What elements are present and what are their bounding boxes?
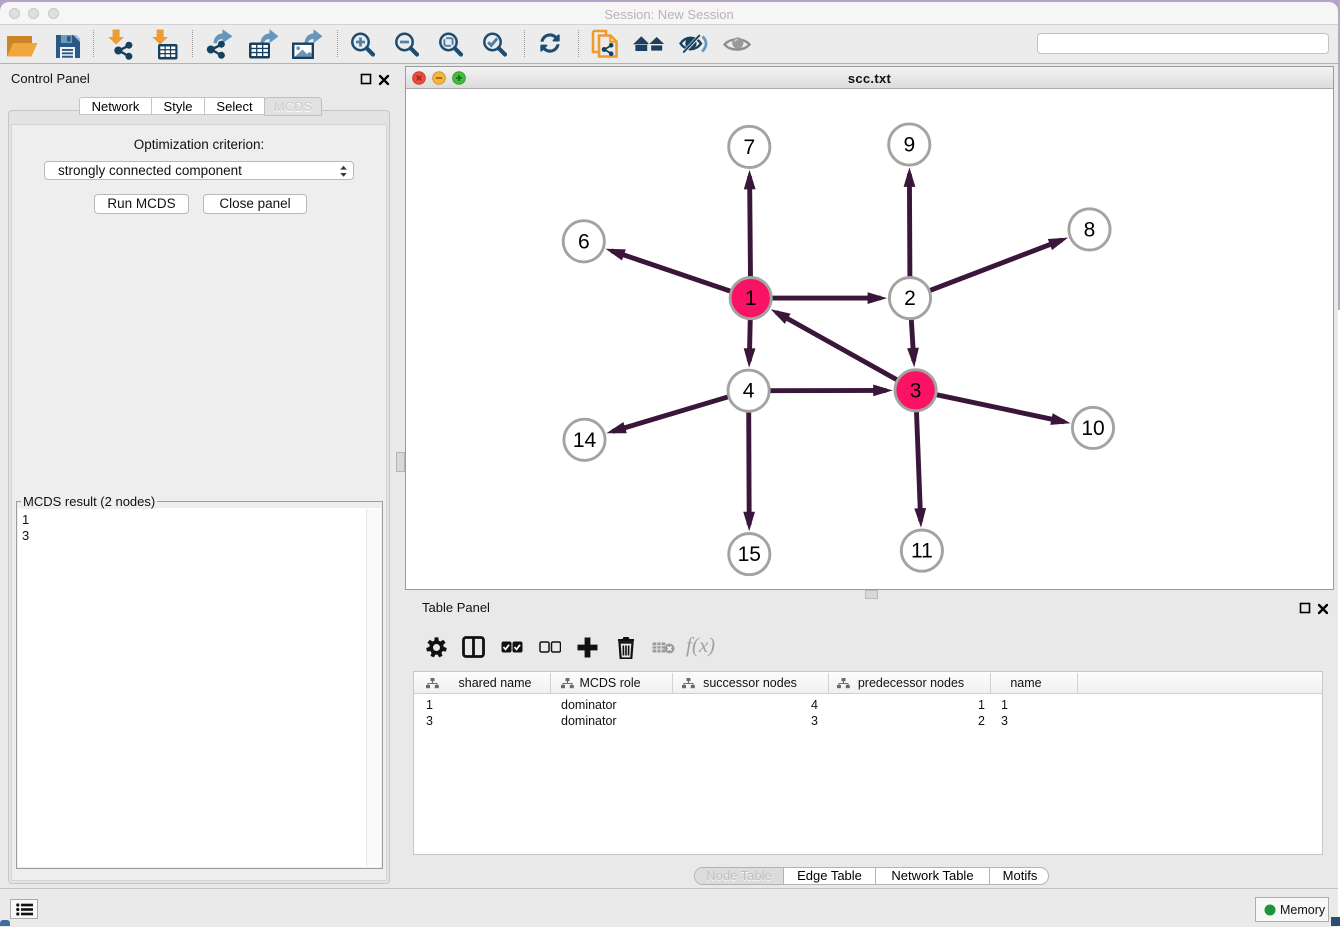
svg-text:8: 8 [1084,218,1096,241]
svg-text:9: 9 [903,134,915,157]
svg-text:14: 14 [573,429,597,452]
svg-text:4: 4 [743,380,755,403]
svg-text:15: 15 [738,543,761,566]
svg-text:2: 2 [904,287,916,310]
svg-text:6: 6 [578,230,590,253]
svg-text:1: 1 [745,287,757,310]
svg-text:11: 11 [911,540,933,563]
svg-text:3: 3 [910,379,922,402]
svg-text:7: 7 [743,136,755,159]
svg-text:10: 10 [1081,417,1104,440]
